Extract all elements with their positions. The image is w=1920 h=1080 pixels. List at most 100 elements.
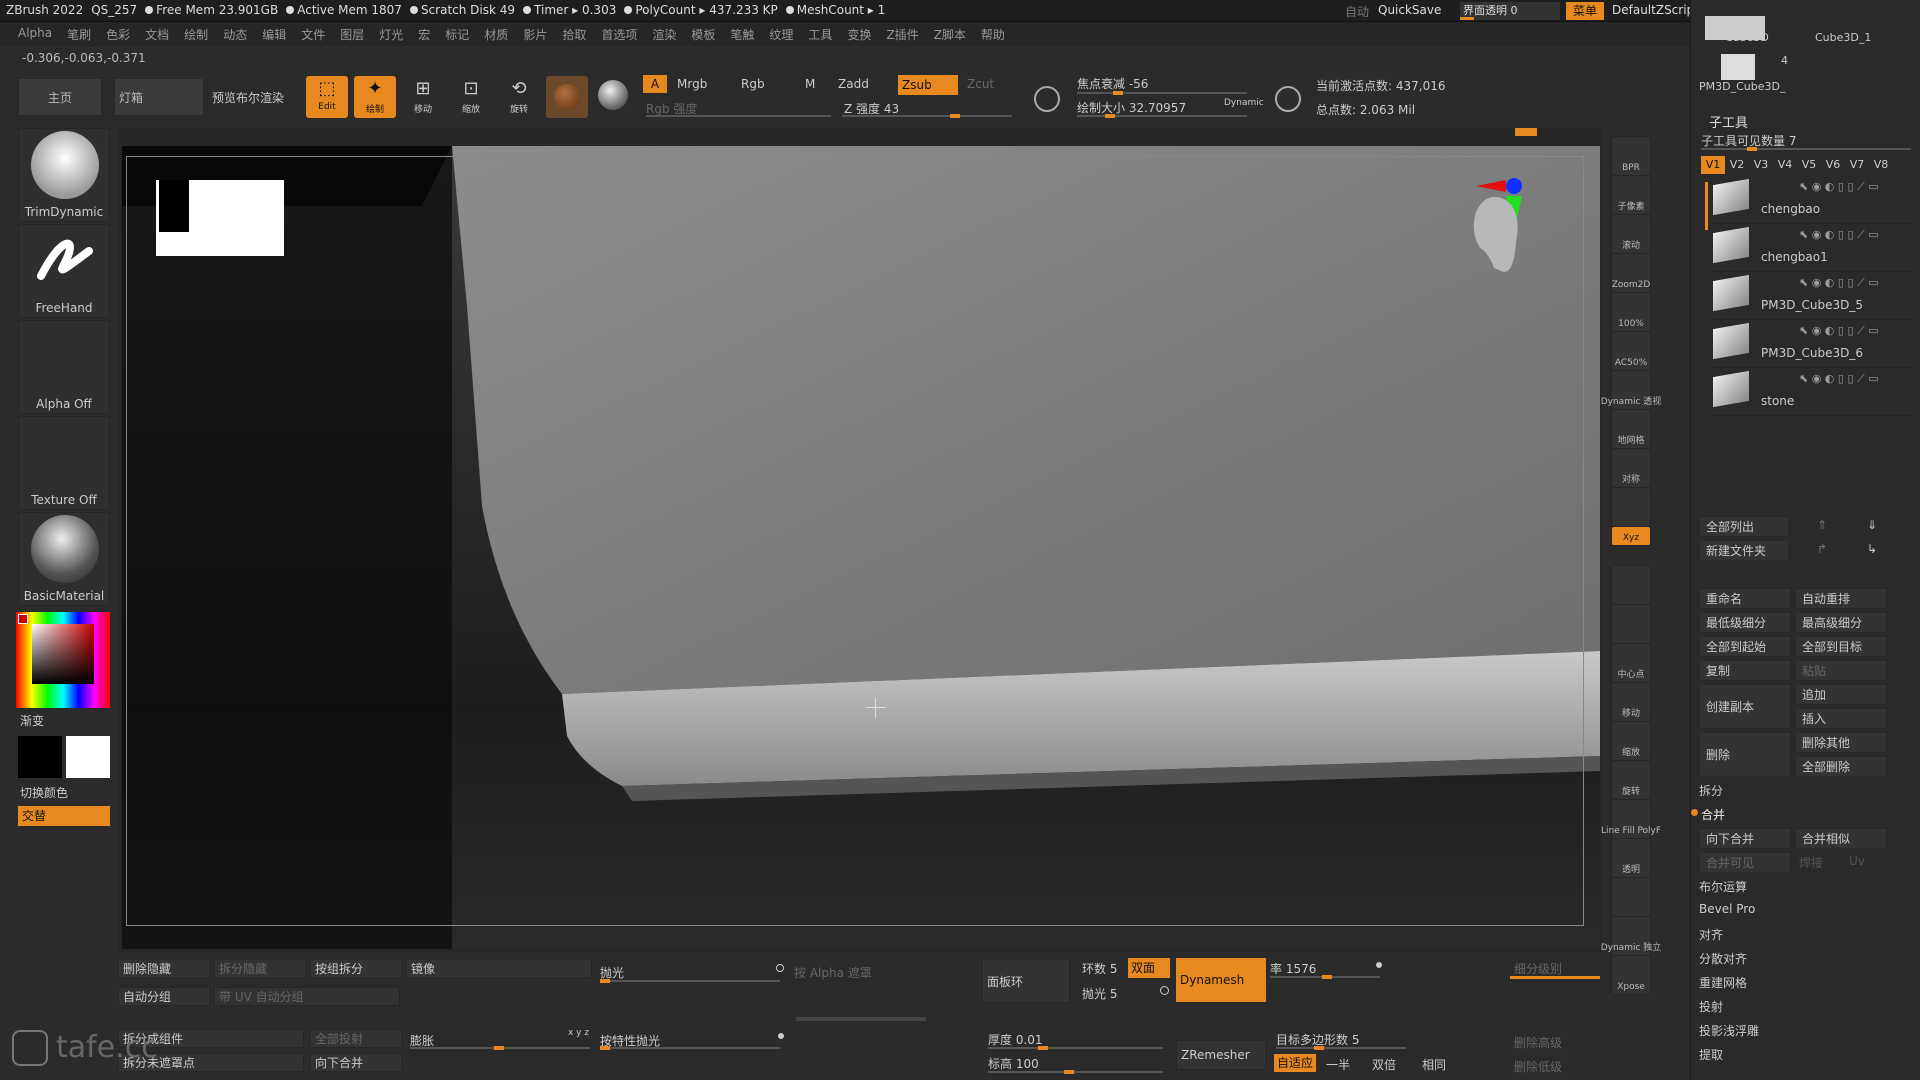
pm3d-thumb[interactable] xyxy=(1721,54,1755,80)
subtool-visibility-icons[interactable]: ⬉ ◉ ◐ ▯ ▯ ⟋ ▭ xyxy=(1799,324,1879,338)
m-toggle[interactable]: M xyxy=(805,77,815,91)
inflate-track[interactable] xyxy=(410,1046,590,1050)
menu-item[interactable]: 编辑 xyxy=(262,26,286,43)
shelf-button[interactable]: 缩放 xyxy=(1611,721,1651,761)
merge-down-bottom-button[interactable]: 向下合并 xyxy=(310,1053,402,1072)
home-button[interactable]: 主页 xyxy=(18,78,102,116)
lowest-subdiv-button[interactable]: 最低级细分 xyxy=(1699,612,1791,633)
cube3d-label[interactable]: Cube3D xyxy=(1725,31,1769,44)
same-button[interactable]: 相同 xyxy=(1422,1056,1446,1073)
subtool-item[interactable]: chengbao1 ⬉ ◉ ◐ ▯ ▯ ⟋ ▭ xyxy=(1709,224,1915,272)
list-all-button[interactable]: 全部列出 xyxy=(1699,516,1789,537)
z-intensity-track[interactable] xyxy=(842,114,1012,118)
secondary-color-swatch[interactable] xyxy=(66,736,110,778)
menu-item[interactable]: 图层 xyxy=(340,26,364,43)
dynamic-toggle[interactable]: Dynamic xyxy=(1224,98,1264,108)
panel-loops-button[interactable]: 面板环 xyxy=(982,959,1070,1003)
shelf-button[interactable]: BPR xyxy=(1611,136,1651,176)
boolean-section[interactable]: 布尔运算 xyxy=(1699,878,1747,895)
auto-groups-button[interactable]: 自动分组 xyxy=(118,987,210,1006)
draw-size-track[interactable] xyxy=(1077,114,1247,118)
shelf-button[interactable]: 中心点 xyxy=(1611,643,1651,683)
orientation-head-icon[interactable] xyxy=(1466,172,1576,302)
target-poly-track[interactable] xyxy=(1276,1046,1406,1050)
rename-button[interactable]: 重命名 xyxy=(1699,588,1791,609)
focal-shift-slider[interactable]: 焦点衰减 -56 xyxy=(1077,75,1148,92)
edit-button[interactable]: ⬚ Edit xyxy=(306,76,348,118)
menu-item[interactable]: 帮助 xyxy=(981,26,1005,43)
folder-down-icon[interactable]: ↳ xyxy=(1867,542,1877,556)
shelf-button[interactable] xyxy=(1611,604,1651,644)
draw-button[interactable]: ✦ 绘制 xyxy=(354,76,396,118)
elevation-slider[interactable]: 标高 100 xyxy=(988,1055,1039,1072)
version-tab[interactable]: V3 xyxy=(1749,156,1773,174)
subtool-item[interactable]: chengbao ⬉ ◉ ◐ ▯ ▯ ⟋ ▭ xyxy=(1709,176,1915,224)
subdiv-level-slider[interactable]: 细分级别 xyxy=(1514,960,1562,977)
menu-item[interactable]: Z插件 xyxy=(886,26,918,43)
shelf-button[interactable] xyxy=(1611,565,1651,605)
menu-item[interactable]: 灯光 xyxy=(379,26,403,43)
version-tab[interactable]: V8 xyxy=(1869,156,1893,174)
append-button[interactable]: 追加 xyxy=(1795,684,1887,705)
uv-groups-button[interactable]: 带 UV 自动分组 xyxy=(214,987,400,1006)
menu-item[interactable]: 变换 xyxy=(847,26,871,43)
shelf-button[interactable]: 100% xyxy=(1611,292,1651,332)
gradient-label[interactable]: 渐变 xyxy=(20,712,44,729)
menu-item[interactable]: 拾取 xyxy=(562,26,586,43)
rgb-intensity-track[interactable] xyxy=(646,115,831,117)
elevation-track[interactable] xyxy=(988,1070,1163,1074)
extract-section[interactable]: 提取 xyxy=(1699,1046,1723,1063)
menu-button[interactable]: 菜单 xyxy=(1566,2,1604,20)
polish-track[interactable] xyxy=(600,979,780,983)
subtool-visibility-icons[interactable]: ⬉ ◉ ◐ ▯ ▯ ⟋ ▭ xyxy=(1799,372,1879,386)
visible-count-track[interactable] xyxy=(1701,147,1911,151)
lightbox-button[interactable]: 灯箱 xyxy=(114,78,204,116)
shelf-button[interactable]: Dynamic 独立 xyxy=(1601,916,1661,956)
focal-shift-track[interactable] xyxy=(1077,91,1247,95)
shelf-button[interactable]: 子像素 xyxy=(1611,175,1651,215)
auto-reorder-button[interactable]: 自动重排 xyxy=(1795,588,1887,609)
shelf-button[interactable]: Zoom2D xyxy=(1611,253,1651,293)
shelf-button[interactable] xyxy=(1611,877,1651,917)
polish-toggle-icon[interactable] xyxy=(776,964,784,972)
xyz-axis-toggle[interactable]: x y z xyxy=(568,1028,589,1038)
menu-item[interactable]: 笔刷 xyxy=(67,26,91,43)
subtool-item[interactable]: PM3D_Cube3D_6 ⬉ ◉ ◐ ▯ ▯ ⟋ ▭ xyxy=(1709,320,1915,368)
resolution-dot-icon[interactable] xyxy=(1376,962,1382,968)
merge-similar-button[interactable]: 合并相似 xyxy=(1795,828,1887,849)
delete-lower-button[interactable]: 删除低级 xyxy=(1514,1058,1562,1075)
alpha-slot[interactable]: Alpha Off xyxy=(18,320,110,414)
thickness-track[interactable] xyxy=(988,1046,1163,1050)
draw-size-icon[interactable] xyxy=(1275,86,1301,112)
delete-all-button[interactable]: 全部删除 xyxy=(1795,756,1887,777)
delete-other-button[interactable]: 删除其他 xyxy=(1795,732,1887,753)
menu-item[interactable]: 笔触 xyxy=(730,26,754,43)
mrgb-toggle[interactable]: Mrgb xyxy=(677,77,707,91)
align-section[interactable]: 对齐 xyxy=(1699,926,1723,943)
transparency-slider[interactable]: 界面透明 0 xyxy=(1460,2,1560,20)
shelf-button[interactable]: 滚动 xyxy=(1611,214,1651,254)
menu-item[interactable]: 工具 xyxy=(808,26,832,43)
mirror-button[interactable]: 镜像 xyxy=(406,959,592,978)
menu-item[interactable]: Alpha xyxy=(18,26,52,43)
delete-button[interactable]: 删除 xyxy=(1699,732,1791,777)
focal-shift-icon[interactable] xyxy=(1034,86,1060,112)
polish5-slider[interactable]: 抛光 5 xyxy=(1082,985,1117,1002)
scale-button[interactable]: ⊡ 缩放 xyxy=(450,76,492,118)
menu-item[interactable]: 标记 xyxy=(445,26,469,43)
shelf-button[interactable]: Xyz xyxy=(1611,526,1651,546)
delete-hidden-button[interactable]: 删除隐藏 xyxy=(118,959,210,978)
version-tab[interactable]: V6 xyxy=(1821,156,1845,174)
shelf-button[interactable]: Xpose xyxy=(1611,955,1651,995)
merge-down-button[interactable]: 向下合并 xyxy=(1699,828,1791,849)
menu-item[interactable]: 文件 xyxy=(301,26,325,43)
double-poly-button[interactable]: 双倍 xyxy=(1372,1056,1396,1073)
zadd-toggle[interactable]: Zadd xyxy=(838,77,869,91)
shadowbox-section[interactable]: 投影浅浮雕 xyxy=(1699,1022,1759,1039)
insert-button[interactable]: 插入 xyxy=(1795,708,1887,729)
version-tab[interactable]: V7 xyxy=(1845,156,1869,174)
weld-toggle[interactable]: 焊接 xyxy=(1799,854,1823,871)
menu-item[interactable]: Z脚本 xyxy=(934,26,966,43)
menu-item[interactable]: 宏 xyxy=(418,26,430,43)
subtool-visibility-icons[interactable]: ⬉ ◉ ◐ ▯ ▯ ⟋ ▭ xyxy=(1799,180,1879,194)
